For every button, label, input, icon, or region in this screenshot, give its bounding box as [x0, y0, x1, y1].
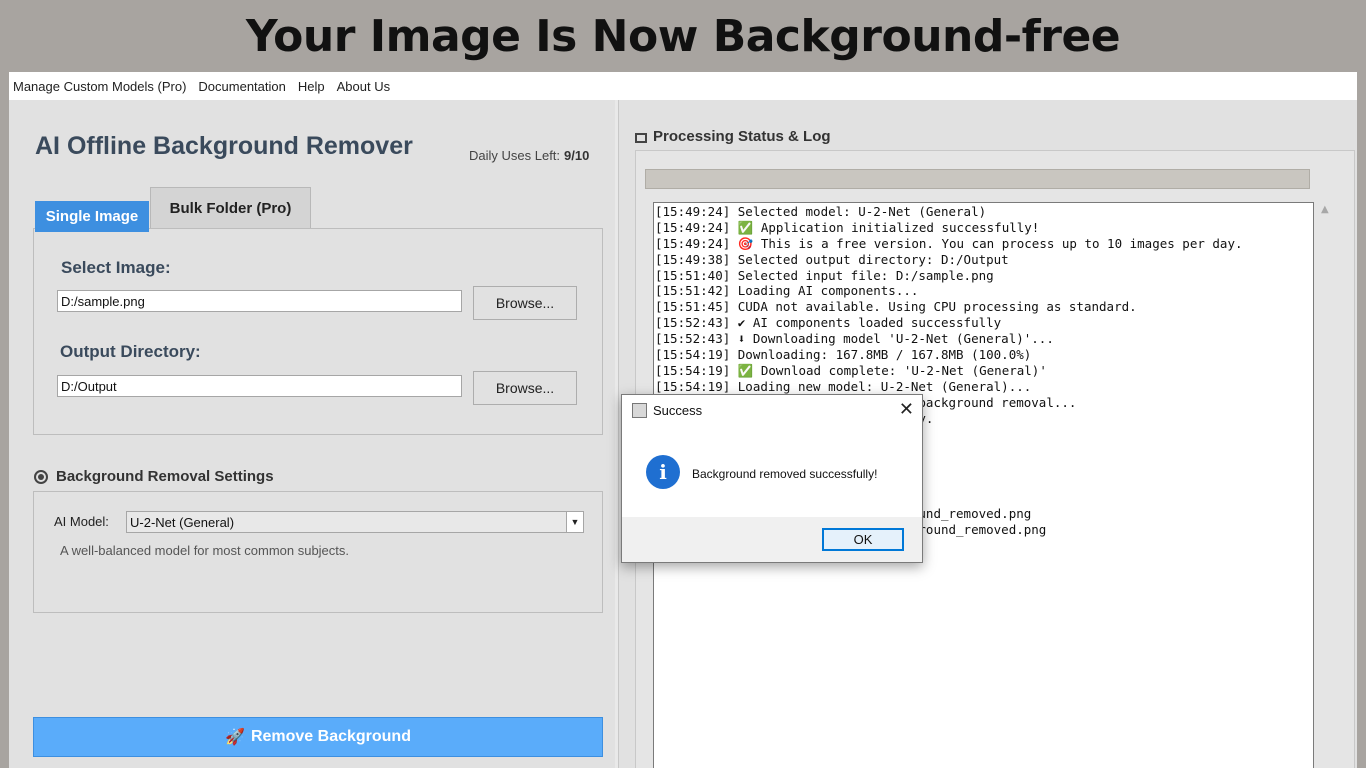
dialog-title-bar: Success — [632, 403, 702, 418]
log-line: [15:51:40] Selected input file: D:/sampl… — [655, 267, 994, 283]
log-scrollbar[interactable]: ▲ — [1318, 202, 1335, 768]
dialog-footer: OK — [622, 517, 922, 562]
log-line: [15:49:24] Selected model: U-2-Net (Gene… — [655, 204, 987, 219]
remove-background-label: Remove Background — [250, 728, 411, 745]
log-line: [15:51:42] Loading AI components... — [655, 283, 919, 299]
dialog-message: Background removed successfully! — [692, 467, 878, 481]
output-directory-input[interactable]: D:/Output — [57, 375, 462, 397]
log-header: Processing Status & Log — [635, 128, 831, 145]
ai-model-select[interactable]: U-2-Net (General) ▼ — [126, 511, 584, 533]
camera-icon — [635, 132, 647, 143]
gear-icon — [34, 469, 48, 484]
menu-item-manage-models[interactable]: Manage Custom Models (Pro) — [9, 79, 194, 94]
settings-header: Background Removal Settings — [34, 468, 274, 485]
log-line: [15:49:24] ✅ Application initialized suc… — [655, 219, 1040, 235]
log-line: [15:54:19] Downloading: 167.8MB / 167.8M… — [655, 347, 1032, 363]
daily-uses-value: 9/10 — [564, 148, 590, 163]
menu-item-help[interactable]: Help — [294, 79, 333, 94]
info-icon: i — [646, 455, 680, 489]
menu-item-about[interactable]: About Us — [333, 79, 398, 94]
browse-output-button[interactable]: Browse... — [473, 371, 577, 405]
ai-model-description: A well-balanced model for most common su… — [60, 543, 350, 558]
output-directory-label: Output Directory: — [60, 342, 201, 361]
app-icon — [632, 403, 647, 418]
log-title: Processing Status & Log — [653, 128, 831, 145]
log-line: [15:52:43] ⬇ Downloading model 'U-2-Net … — [655, 331, 1054, 347]
log-line: [15:49:24] 🎯 This is a free version. You… — [655, 235, 1243, 251]
log-line: [15:51:45] CUDA not available. Using CPU… — [655, 299, 1137, 315]
browse-image-button[interactable]: Browse... — [473, 286, 577, 320]
menu-item-documentation[interactable]: Documentation — [194, 79, 293, 94]
log-line: [15:54:19] ✅ Download complete: 'U-2-Net… — [655, 362, 1047, 378]
select-image-label: Select Image: — [61, 258, 171, 277]
log-line: [15:54:19] Loading new model: U-2-Net (G… — [655, 378, 1032, 394]
ok-button[interactable]: OK — [822, 528, 904, 551]
banner-title: Your Image Is Now Background-free — [245, 10, 1121, 62]
tab-single-image[interactable]: Single Image — [35, 201, 149, 232]
single-image-panel: Select Image: D:/sample.png Browse... Ou… — [33, 228, 603, 435]
left-panel: AI Offline Background Remover Daily Uses… — [9, 100, 615, 768]
chevron-down-icon[interactable]: ▼ — [566, 512, 583, 532]
log-line: [15:52:43] ✔ AI components loaded succes… — [655, 315, 1002, 331]
tab-bulk-folder[interactable]: Bulk Folder (Pro) — [150, 187, 311, 228]
menu-bar: Manage Custom Models (Pro) Documentation… — [9, 72, 1357, 100]
rocket-icon: 🚀 — [225, 729, 245, 746]
log-line: [15:49:38] Selected output directory: D:… — [655, 251, 1009, 267]
daily-uses: Daily Uses Left: 9/10 — [469, 148, 589, 163]
remove-background-button[interactable]: 🚀 Remove Background — [33, 717, 603, 757]
dialog-title: Success — [653, 403, 703, 418]
select-image-input[interactable]: D:/sample.png — [57, 290, 462, 312]
app-title: AI Offline Background Remover — [35, 132, 413, 160]
close-icon[interactable]: ✕ — [899, 399, 914, 420]
settings-panel: AI Model: U-2-Net (General) ▼ A well-bal… — [33, 491, 603, 613]
progress-bar — [645, 169, 1310, 189]
success-dialog: Success ✕ i Background removed successfu… — [621, 394, 923, 563]
ai-model-label: AI Model: — [54, 514, 109, 529]
chevron-up-icon[interactable]: ▲ — [1321, 204, 1329, 215]
ai-model-value: U-2-Net (General) — [130, 514, 235, 530]
settings-title: Background Removal Settings — [56, 468, 274, 485]
daily-uses-label: Daily Uses Left: — [469, 148, 561, 163]
